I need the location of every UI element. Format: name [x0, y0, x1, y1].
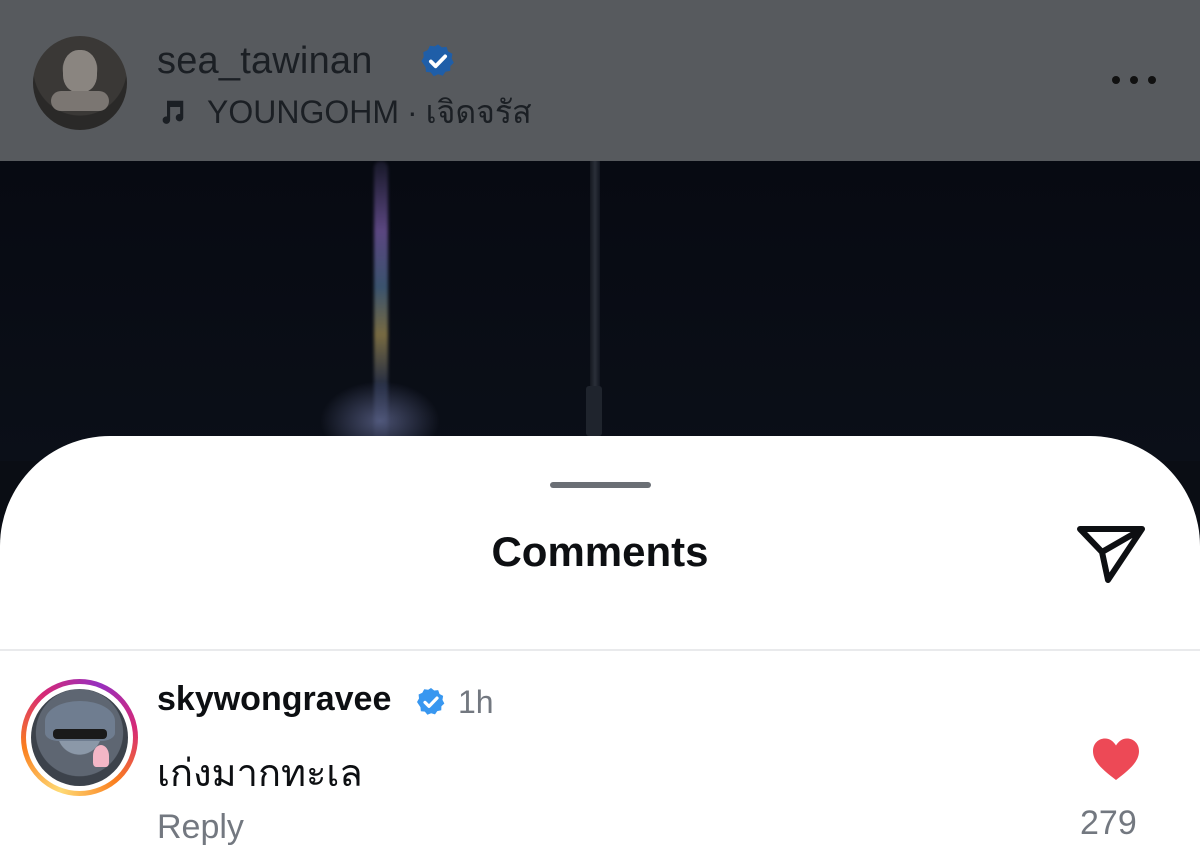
comments-title: Comments — [491, 528, 709, 575]
like-count: 279 — [1080, 804, 1137, 842]
commenter-avatar-story-ring[interactable] — [21, 679, 138, 796]
music-note-icon — [162, 100, 184, 124]
comment-text: เก่งมากทะเล — [157, 751, 363, 795]
post-photo[interactable] — [0, 161, 1200, 461]
comment-username[interactable]: skywongravee — [157, 680, 391, 719]
post-header: sea_tawinan YOUNGOHM · เจิดจรัส — [0, 0, 1200, 161]
avatar-icecream — [93, 745, 109, 767]
avatar-hands — [51, 91, 109, 111]
more-options-icon[interactable] — [1110, 72, 1158, 88]
avatar-face — [63, 50, 97, 92]
song-separator: · — [407, 93, 418, 130]
sheet-divider — [0, 649, 1200, 651]
heart-icon[interactable] — [1091, 737, 1141, 781]
commenter-avatar — [31, 689, 128, 786]
stage-rod — [590, 161, 600, 391]
verified-badge-icon — [417, 688, 445, 715]
reply-button[interactable]: Reply — [157, 808, 244, 847]
poster-username[interactable]: sea_tawinan — [157, 40, 373, 83]
stage-rod-end — [586, 386, 602, 436]
sheet-grabber[interactable] — [550, 482, 651, 488]
comment-timestamp: 1h — [458, 684, 494, 720]
verified-badge-icon — [421, 44, 454, 77]
avatar-sunglasses — [53, 729, 107, 739]
music-row[interactable]: YOUNGOHM · เจิดจรัส — [157, 92, 532, 132]
song-artist: YOUNGOHM — [207, 93, 399, 130]
poster-avatar[interactable] — [33, 36, 127, 130]
send-icon[interactable] — [1074, 520, 1148, 586]
song-title: เจิดจรัส — [425, 93, 532, 130]
